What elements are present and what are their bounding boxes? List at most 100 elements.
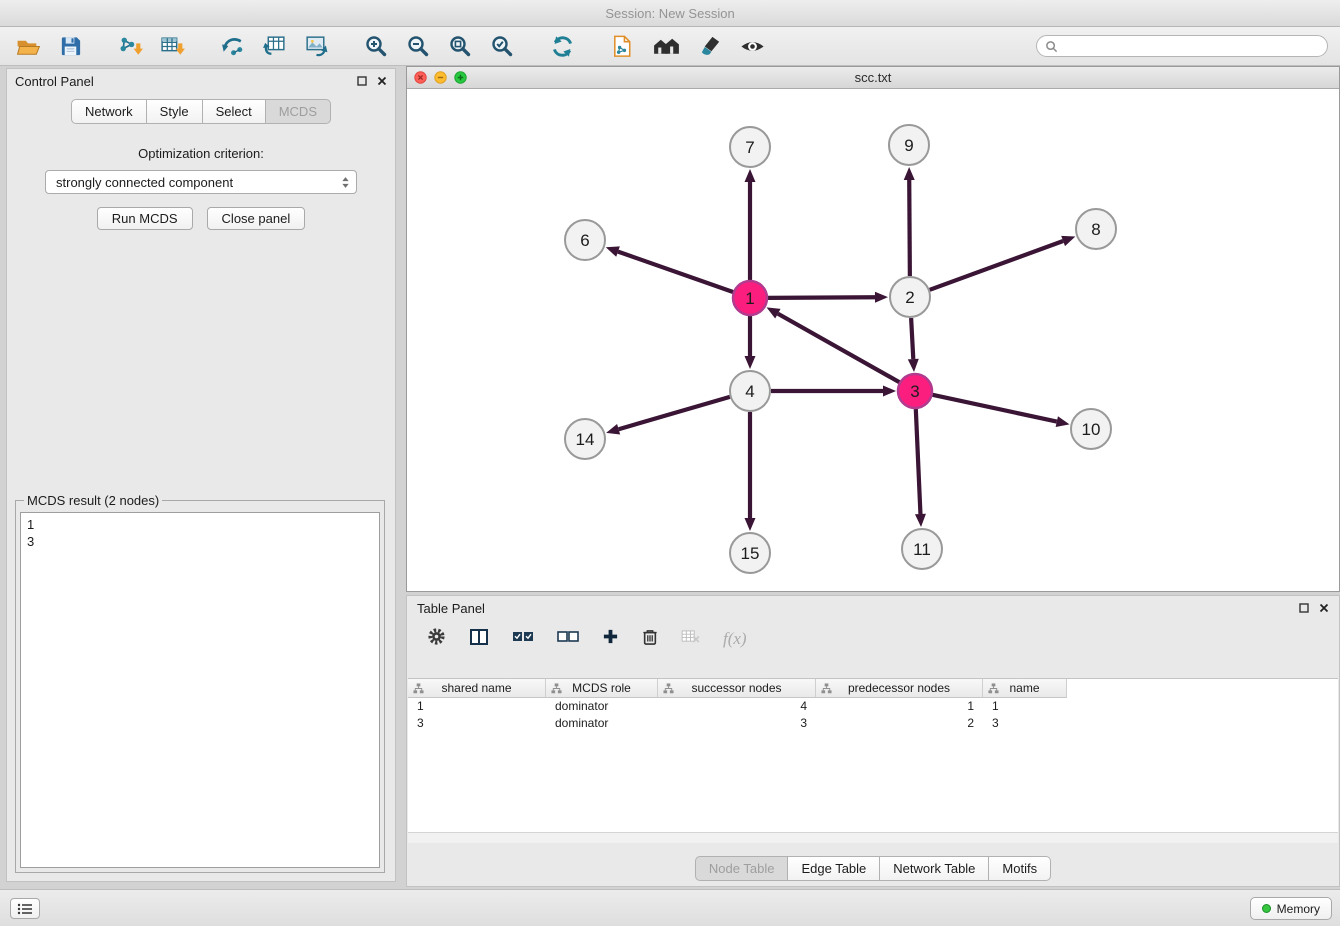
search-icon bbox=[1045, 40, 1058, 53]
search-input[interactable] bbox=[1063, 39, 1319, 53]
run-mcds-button[interactable]: Run MCDS bbox=[97, 207, 193, 230]
select-all-button[interactable] bbox=[512, 630, 534, 649]
graph-edge-4-14[interactable] bbox=[619, 397, 730, 429]
export-table-button[interactable] bbox=[258, 30, 290, 62]
search-box[interactable] bbox=[1036, 35, 1328, 57]
window-titlebar[interactable]: Session: New Session bbox=[0, 0, 1340, 27]
table-row[interactable]: 3dominator323 bbox=[408, 715, 1338, 732]
delete-table-button[interactable] bbox=[681, 630, 700, 648]
tab-network-table[interactable]: Network Table bbox=[880, 856, 989, 881]
open-session-button[interactable] bbox=[12, 30, 44, 62]
table-cell[interactable]: 1 bbox=[408, 698, 546, 715]
show-hide-button[interactable] bbox=[736, 30, 768, 62]
table-horizontal-scrollbar[interactable] bbox=[408, 832, 1338, 843]
status-bar: Memory bbox=[0, 889, 1340, 926]
columns-icon bbox=[469, 627, 489, 647]
network-window-titlebar[interactable]: scc.txt bbox=[407, 67, 1339, 89]
graph-node-label: 14 bbox=[576, 430, 595, 449]
table-cell[interactable]: 1 bbox=[983, 698, 1067, 715]
show-columns-button[interactable] bbox=[469, 627, 489, 652]
graph-edge-2-9[interactable] bbox=[909, 180, 910, 276]
brush-icon bbox=[698, 34, 723, 59]
graph-edge-3-10[interactable] bbox=[933, 395, 1057, 422]
maximize-window-button[interactable] bbox=[454, 71, 467, 84]
graph-edge-2-8[interactable] bbox=[930, 241, 1063, 290]
graph-edge-arrowhead bbox=[904, 167, 915, 180]
float-table-panel-button[interactable] bbox=[1299, 601, 1309, 616]
graph-node-label: 11 bbox=[913, 540, 931, 559]
tab-style[interactable]: Style bbox=[147, 99, 203, 124]
optimization-criterion-label: Optimization criterion: bbox=[7, 146, 395, 161]
deselect-all-button[interactable] bbox=[557, 630, 579, 649]
close-table-panel-button[interactable] bbox=[1319, 601, 1329, 616]
function-builder-button[interactable]: f(x) bbox=[723, 629, 747, 649]
control-panel-tabs: Network Style Select MCDS bbox=[71, 99, 331, 124]
delete-column-button[interactable] bbox=[642, 628, 658, 651]
optimization-criterion-select[interactable]: strongly connected component bbox=[45, 170, 357, 194]
add-column-button[interactable] bbox=[602, 628, 619, 650]
graph-edge-arrowhead bbox=[883, 386, 896, 397]
zoom-in-button[interactable] bbox=[360, 30, 392, 62]
table-header-row: shared nameMCDS rolesuccessor nodesprede… bbox=[408, 679, 1338, 698]
window-title: Session: New Session bbox=[605, 6, 734, 21]
plus-icon bbox=[602, 628, 619, 645]
tab-mcds[interactable]: MCDS bbox=[266, 99, 331, 124]
open-report-button[interactable] bbox=[606, 30, 638, 62]
close-window-button[interactable] bbox=[414, 71, 427, 84]
column-header[interactable]: shared name bbox=[408, 679, 546, 698]
graph-edge-1-6[interactable] bbox=[618, 252, 733, 292]
mcds-result-line: 3 bbox=[27, 533, 373, 550]
graph-edge-2-3[interactable] bbox=[911, 318, 913, 359]
table-cell[interactable]: 3 bbox=[983, 715, 1067, 732]
graph-edge-arrowhead bbox=[745, 356, 756, 369]
tab-edge-table[interactable]: Edge Table bbox=[788, 856, 880, 881]
table-cell[interactable]: 2 bbox=[816, 715, 983, 732]
tab-node-table[interactable]: Node Table bbox=[695, 856, 789, 881]
network-canvas[interactable]: 7968124314101511 bbox=[407, 89, 1339, 591]
graph-edge-3-11[interactable] bbox=[916, 409, 921, 514]
table-cell[interactable]: 3 bbox=[658, 715, 816, 732]
column-header[interactable]: successor nodes bbox=[658, 679, 816, 698]
home-button[interactable] bbox=[648, 30, 684, 62]
graph-node-label: 8 bbox=[1091, 220, 1100, 239]
mcds-result-area[interactable]: 13 bbox=[20, 512, 380, 868]
memory-button[interactable]: Memory bbox=[1250, 897, 1332, 920]
export-image-button[interactable] bbox=[300, 30, 332, 62]
table-cell[interactable]: 3 bbox=[408, 715, 546, 732]
minimize-window-button[interactable] bbox=[434, 71, 447, 84]
close-panel-x-button[interactable] bbox=[377, 74, 387, 89]
column-header[interactable]: predecessor nodes bbox=[816, 679, 983, 698]
graph-edge-arrowhead bbox=[745, 518, 756, 531]
export-network-icon bbox=[219, 33, 246, 60]
refresh-view-button[interactable] bbox=[546, 30, 578, 62]
zoom-selected-button[interactable] bbox=[486, 30, 518, 62]
task-history-button[interactable] bbox=[10, 898, 40, 919]
column-header[interactable]: MCDS role bbox=[546, 679, 658, 698]
table-cell[interactable]: dominator bbox=[546, 715, 658, 732]
column-header[interactable]: name bbox=[983, 679, 1067, 698]
close-panel-button[interactable]: Close panel bbox=[207, 207, 306, 230]
control-panel-title: Control Panel bbox=[15, 74, 94, 89]
network-view-window: scc.txt 7968124314101511 bbox=[406, 66, 1340, 592]
zoom-in-icon bbox=[363, 33, 389, 59]
tab-select[interactable]: Select bbox=[203, 99, 266, 124]
export-network-button[interactable] bbox=[216, 30, 248, 62]
import-network-button[interactable] bbox=[114, 30, 146, 62]
table-cell[interactable]: 1 bbox=[816, 698, 983, 715]
save-session-button[interactable] bbox=[54, 30, 86, 62]
table-cell[interactable]: 4 bbox=[658, 698, 816, 715]
table-options-button[interactable] bbox=[427, 627, 446, 651]
import-table-button[interactable] bbox=[156, 30, 188, 62]
zoom-out-button[interactable] bbox=[402, 30, 434, 62]
table-cell[interactable]: dominator bbox=[546, 698, 658, 715]
float-panel-button[interactable] bbox=[357, 74, 367, 89]
zoom-fit-button[interactable] bbox=[444, 30, 476, 62]
style-brush-button[interactable] bbox=[694, 30, 726, 62]
table-panel-header: Table Panel bbox=[407, 596, 1339, 620]
tab-network[interactable]: Network bbox=[71, 99, 147, 124]
tab-motifs[interactable]: Motifs bbox=[989, 856, 1051, 881]
graph-edge-3-1[interactable] bbox=[778, 314, 899, 382]
graph-edge-1-2[interactable] bbox=[768, 297, 875, 298]
graph-node-label: 7 bbox=[745, 138, 754, 157]
table-row[interactable]: 1dominator411 bbox=[408, 698, 1338, 715]
